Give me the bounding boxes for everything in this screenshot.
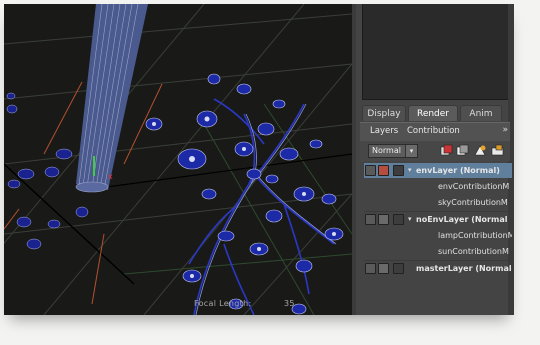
menu-contribution[interactable]: Contribution: [407, 126, 460, 136]
layer-row-envlayer[interactable]: ▾ envLayer (Normal): [364, 163, 512, 178]
render-off-icon[interactable]: [365, 263, 376, 274]
contribution-row-sun[interactable]: sunContributionM: [364, 244, 512, 259]
blend-mode-dropdown[interactable]: Normal ▾: [368, 144, 418, 158]
expand-arrow-icon[interactable]: ▾: [408, 163, 412, 178]
axis-black-2: [91, 153, 352, 190]
subtab-bar: Layers Contribution »: [360, 122, 510, 141]
menu-layers[interactable]: Layers: [370, 126, 398, 136]
layer-attributes-icon[interactable]: [491, 144, 504, 157]
blend-mode-value: Normal: [372, 146, 401, 155]
tab-anim[interactable]: Anim: [460, 105, 502, 121]
member-toggle-icon[interactable]: [393, 165, 404, 176]
layer-toolbar: Normal ▾: [360, 141, 510, 161]
contribution-name: skyContributionM: [438, 198, 508, 207]
member-toggle-icon[interactable]: [393, 214, 404, 225]
x-axis-handle[interactable]: x: [108, 172, 113, 181]
expand-arrow-icon[interactable]: ▾: [408, 212, 412, 227]
new-layer-selected-icon[interactable]: [456, 144, 469, 157]
focal-length-value: 35: [284, 299, 295, 308]
contribution-name: sunContributionM: [438, 247, 509, 256]
focal-length-readout: Focal Length: 35: [194, 299, 294, 308]
cylinder-mesh[interactable]: [75, 4, 148, 193]
outliner-pane: [362, 4, 510, 100]
layer-editor-tabs: Display Render Anim: [360, 105, 510, 122]
3d-viewport[interactable]: x Focal Length: 35: [4, 4, 352, 315]
render-layer-editor: Display Render Anim Layers Contribution …: [356, 4, 514, 315]
layer-row-noenvlayer[interactable]: ▾ noEnvLayer (Normal: [364, 212, 512, 227]
pivot-lines: [4, 81, 163, 305]
member-toggle-icon[interactable]: [393, 263, 404, 274]
render-toggle-icon[interactable]: [365, 165, 376, 176]
contribution-name: lampContributionM: [438, 231, 512, 240]
render-toggle-icon[interactable]: [365, 214, 376, 225]
dropdown-arrow-icon: ▾: [405, 145, 417, 157]
recycle-toggle-icon[interactable]: [378, 165, 389, 176]
layer-name: envLayer (Normal): [416, 166, 500, 175]
layer-row-masterlayer[interactable]: masterLayer (Normal): [364, 261, 512, 276]
tab-display[interactable]: Display: [362, 105, 406, 121]
contribution-row-lamp[interactable]: lampContributionM: [364, 228, 512, 243]
recycle-toggle-icon[interactable]: [378, 214, 389, 225]
grid-green-lines: [123, 103, 352, 315]
focal-length-label: Focal Length:: [194, 299, 252, 308]
new-layer-icon[interactable]: [440, 144, 453, 157]
layer-name: masterLayer (Normal): [416, 264, 512, 273]
tab-render[interactable]: Render: [408, 105, 458, 121]
viewport-scene: x: [4, 4, 352, 315]
contribution-name: envContributionM: [438, 182, 510, 191]
contribution-row-env[interactable]: envContributionM: [364, 179, 512, 194]
overflow-chevron-icon[interactable]: »: [502, 125, 508, 135]
contribution-row-sky[interactable]: skyContributionM: [364, 195, 512, 210]
render-settings-icon[interactable]: [474, 144, 487, 157]
recycle-toggle-icon[interactable]: [378, 263, 389, 274]
app-window: x Focal Length: 35 Display Render Anim L…: [4, 4, 514, 315]
layer-name: noEnvLayer (Normal: [416, 215, 508, 224]
